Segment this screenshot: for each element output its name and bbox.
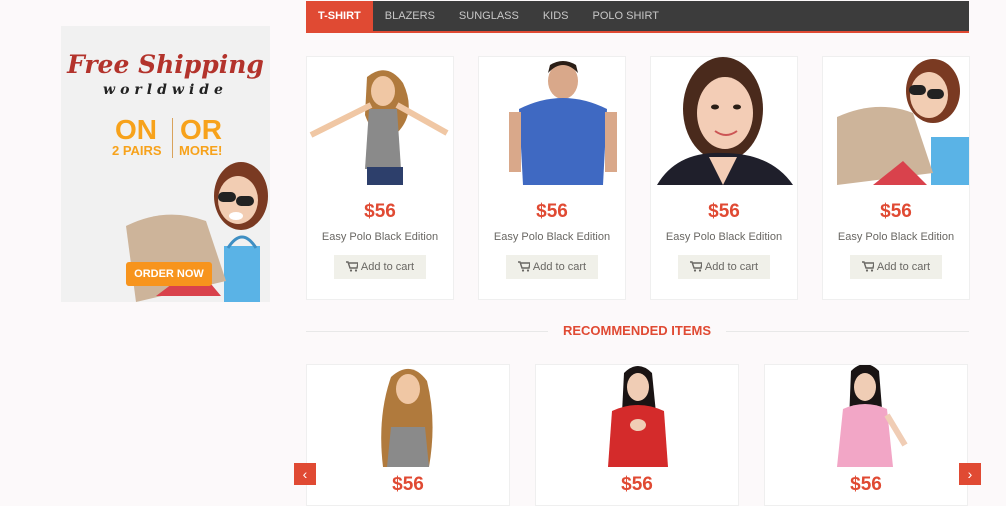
product-price: $56 <box>536 201 568 222</box>
product-image[interactable] <box>823 57 969 185</box>
carousel-prev-button[interactable]: ‹ <box>294 463 316 485</box>
recommended-price: $56 <box>850 474 882 495</box>
product-card[interactable]: $56 Easy Polo Black Edition Add to cart <box>478 56 626 300</box>
promo-on: ON <box>115 114 157 145</box>
carousel-next-button[interactable]: › <box>959 463 981 485</box>
promo-or: OR <box>180 114 222 145</box>
cart-icon <box>861 261 875 272</box>
product-card[interactable]: $56 Easy Polo Black Edition Add to cart <box>306 56 454 300</box>
recommended-price: $56 <box>392 474 424 495</box>
cart-icon <box>345 261 359 272</box>
product-name[interactable]: Easy Polo Black Edition <box>823 231 969 243</box>
product-card[interactable]: $56 Easy Polo Black Edition Add to cart <box>822 56 970 300</box>
tab-blazers[interactable]: BLAZERS <box>373 1 447 31</box>
promo-banner[interactable]: Free Shipping worldwide ON OR 2 PAIRS MO… <box>61 26 270 302</box>
recommended-title: RECOMMENDED ITEMS <box>548 318 726 344</box>
cart-icon <box>517 261 531 272</box>
product-image[interactable] <box>307 57 453 185</box>
tab-kids[interactable]: KIDS <box>531 1 581 31</box>
add-to-cart-label: Add to cart <box>704 261 759 273</box>
add-to-cart-button[interactable]: Add to cart <box>334 255 426 279</box>
product-price: $56 <box>880 201 912 222</box>
promo-divider <box>172 118 173 158</box>
product-image[interactable] <box>651 57 797 185</box>
product-price: $56 <box>364 201 396 222</box>
recommended-card[interactable]: $56 <box>306 364 510 506</box>
recommended-price: $56 <box>621 474 653 495</box>
product-card[interactable]: $56 Easy Polo Black Edition Add to cart <box>650 56 798 300</box>
add-to-cart-label: Add to cart <box>360 261 415 273</box>
add-to-cart-button[interactable]: Add to cart <box>850 255 942 279</box>
recommended-image[interactable] <box>307 365 509 467</box>
product-price: $56 <box>708 201 740 222</box>
add-to-cart-label: Add to cart <box>876 261 931 273</box>
add-to-cart-button[interactable]: Add to cart <box>678 255 770 279</box>
order-now-button[interactable]: ORDER NOW <box>126 262 212 286</box>
category-tabs: T-SHIRT BLAZERS SUNGLASS KIDS POLO SHIRT <box>306 1 969 33</box>
promo-title: Free Shipping <box>67 50 264 79</box>
cart-icon <box>689 261 703 272</box>
product-name[interactable]: Easy Polo Black Edition <box>307 231 453 243</box>
product-image[interactable] <box>479 57 625 185</box>
product-name[interactable]: Easy Polo Black Edition <box>479 231 625 243</box>
recommended-image[interactable] <box>765 365 967 467</box>
add-to-cart-button[interactable]: Add to cart <box>506 255 598 279</box>
tab-polo-shirt[interactable]: POLO SHIRT <box>581 1 671 31</box>
recommended-card[interactable]: $56 <box>764 364 968 506</box>
promo-subtitle: worldwide <box>103 82 228 98</box>
tab-sunglass[interactable]: SUNGLASS <box>447 1 531 31</box>
tab-t-shirt[interactable]: T-SHIRT <box>306 1 373 31</box>
recommended-image[interactable] <box>536 365 738 467</box>
recommended-card[interactable]: $56 <box>535 364 739 506</box>
add-to-cart-label: Add to cart <box>532 261 587 273</box>
product-name[interactable]: Easy Polo Black Edition <box>651 231 797 243</box>
